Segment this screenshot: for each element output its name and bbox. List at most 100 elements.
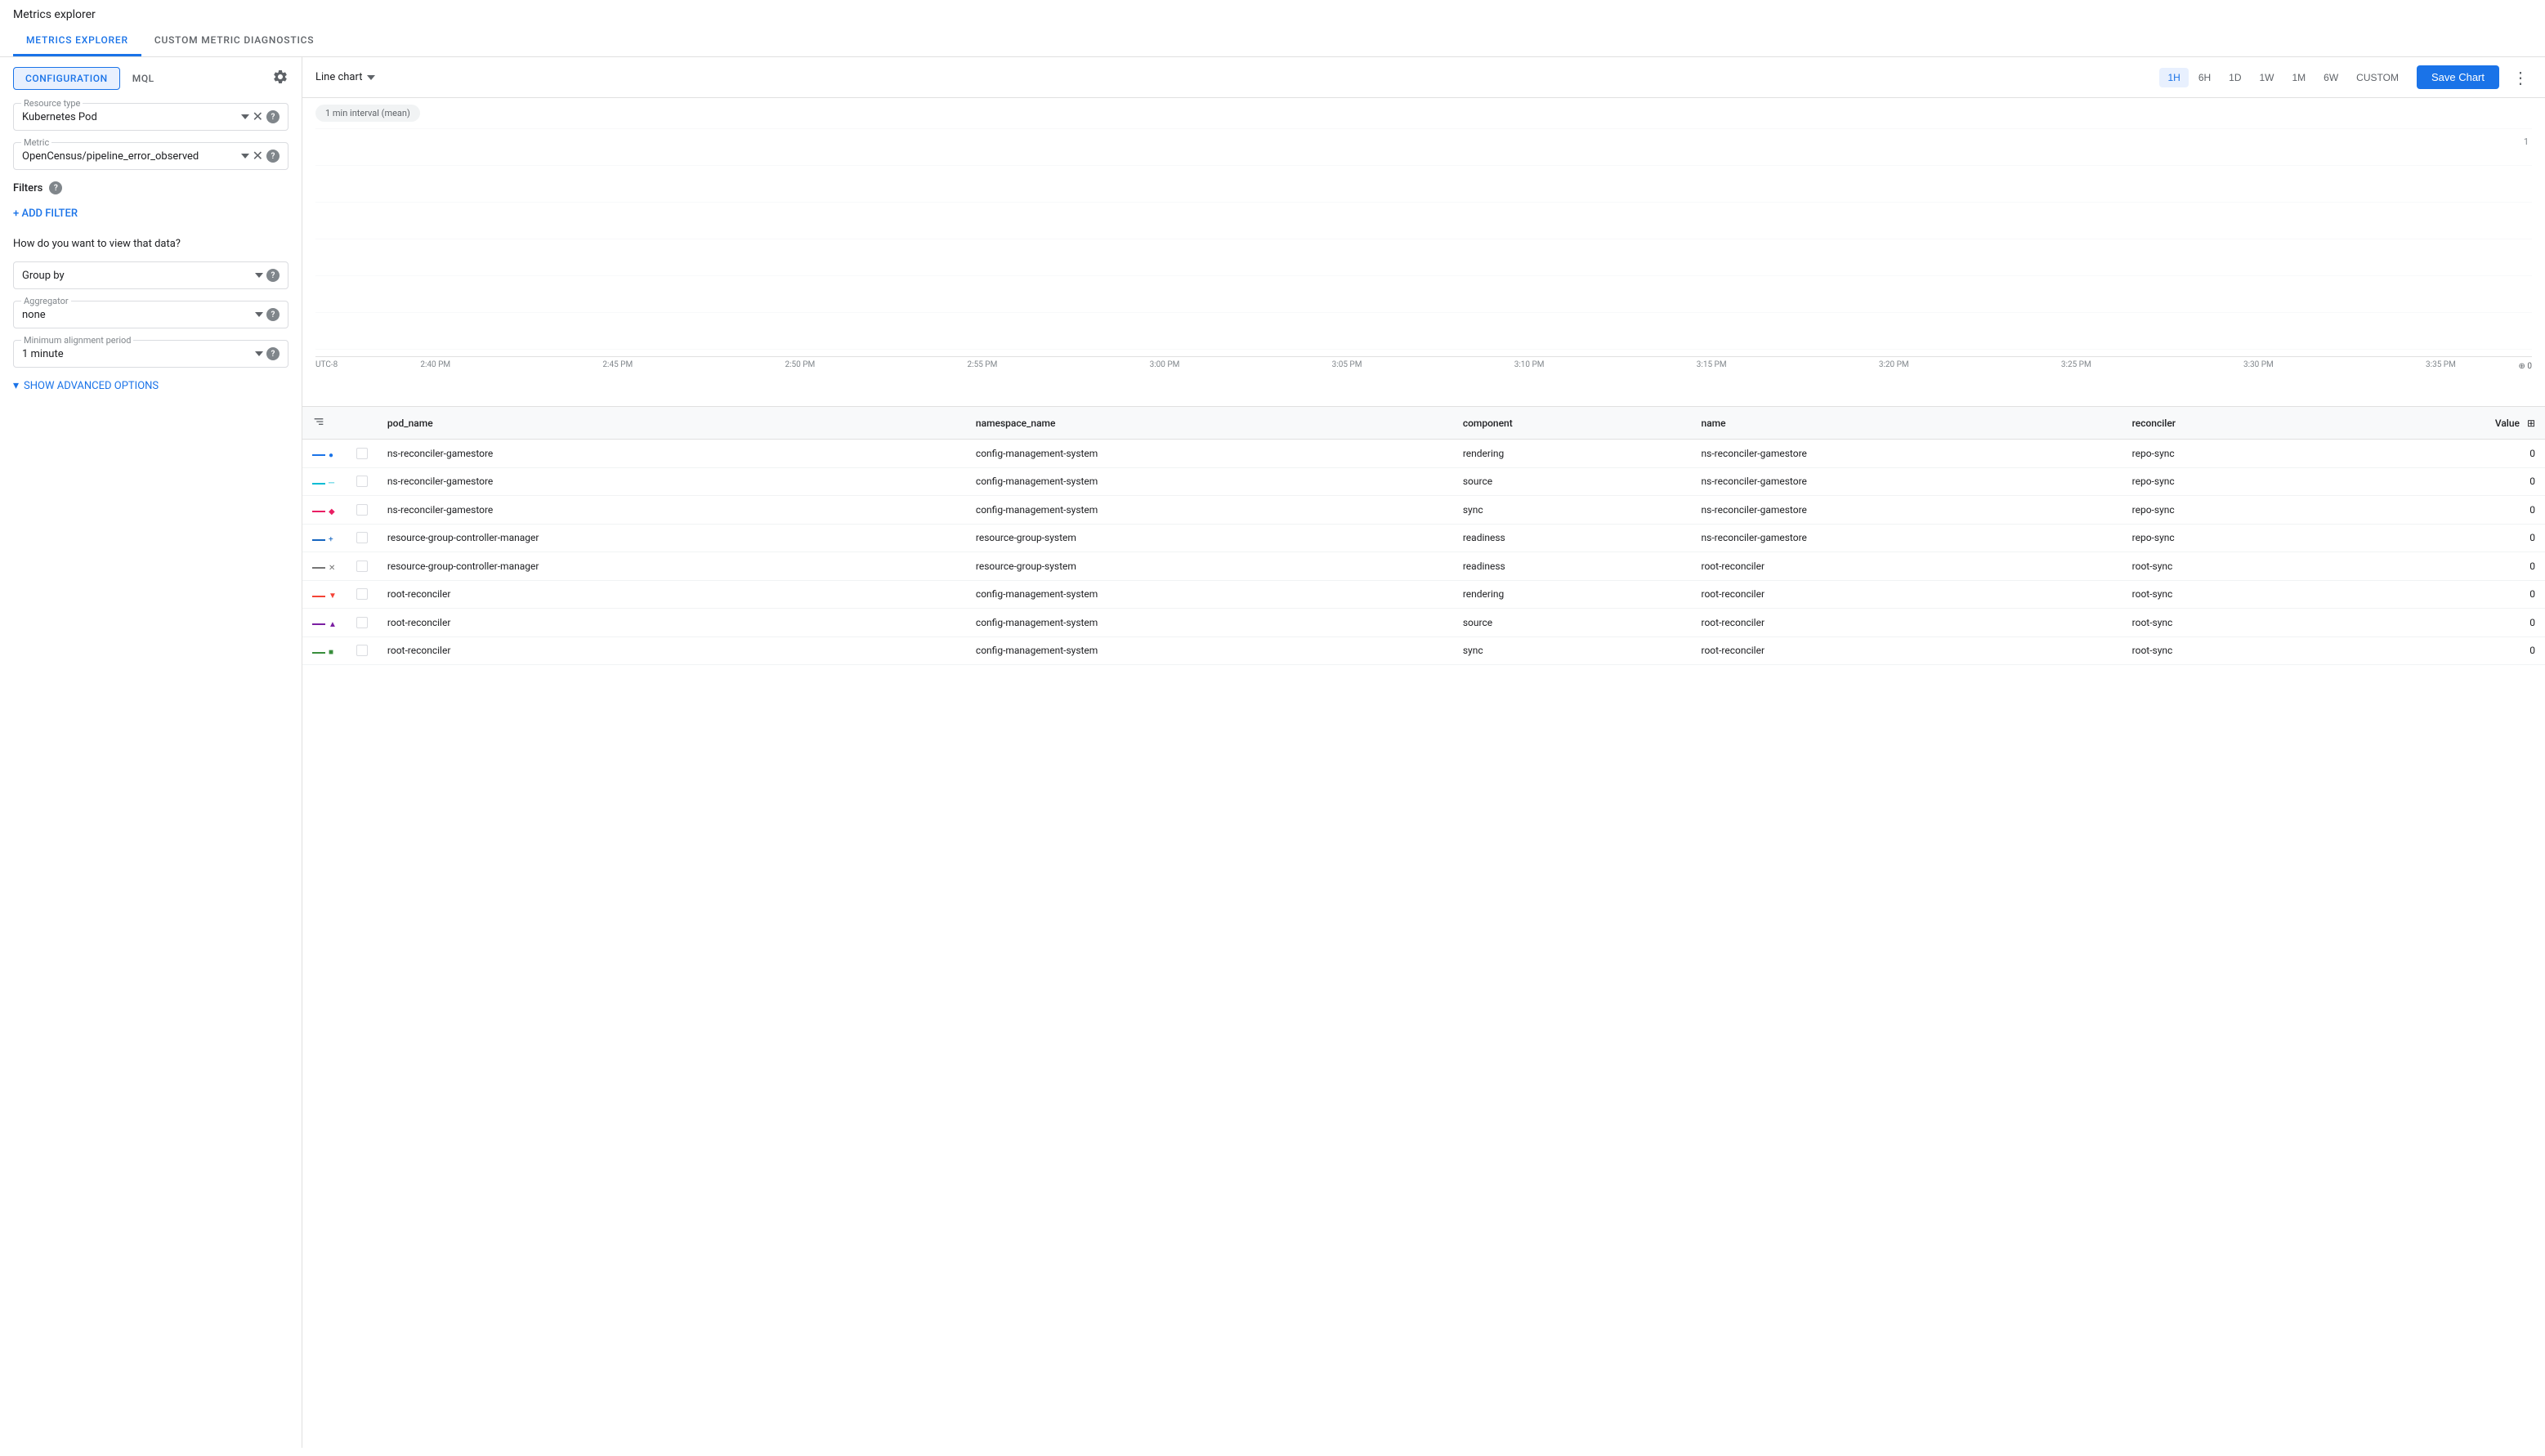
table-settings-icon[interactable]: ⊞ [2527,418,2535,429]
table-row: ▲ root-reconciler config-management-syst… [302,609,2545,637]
metric-help-icon[interactable]: ? [266,150,280,163]
row-legend-line: ■ [302,636,347,665]
row-component: sync [1453,496,1692,525]
x-label-11: 3:35 PM [2350,360,2532,369]
row-checkbox[interactable] [356,561,368,572]
row-name: root-reconciler [1692,552,2122,581]
time-btn-1d[interactable]: 1D [2221,68,2249,87]
more-options-icon[interactable]: ⋮ [2509,68,2532,87]
row-component: source [1453,609,1692,637]
row-namespace-name: resource-group-system [966,524,1453,552]
min-alignment-field: Minimum alignment period 1 minute ? [13,340,288,368]
metric-label: Metric [21,137,51,148]
row-component: rendering [1453,440,1692,468]
row-checkbox-cell [347,496,378,525]
row-pod-name: ns-reconciler-gamestore [378,467,966,496]
th-name: name [1692,407,2122,440]
row-pod-name: root-reconciler [378,636,966,665]
metric-clear-icon[interactable]: ✕ [253,150,263,163]
data-table: pod_name namespace_name component name r… [302,407,2545,665]
add-filter-button[interactable]: + ADD FILTER [13,204,288,223]
chart-type-label: Line chart [315,71,362,83]
row-pod-name: resource-group-controller-manager [378,524,966,552]
aggregator-help-icon[interactable]: ? [266,308,280,321]
aggregator-label: Aggregator [21,296,71,306]
row-legend-line: ▼ [302,580,347,609]
row-checkbox-cell [347,467,378,496]
tab-metrics-explorer[interactable]: METRICS EXPLORER [13,26,141,56]
tab-configuration[interactable]: CONFIGURATION [13,67,120,90]
row-legend-line: + [302,524,347,552]
row-value: 0 [2340,467,2545,496]
time-btn-6h[interactable]: 6H [2190,68,2219,87]
metric-input[interactable]: OpenCensus/pipeline_error_observed ✕ ? [13,142,288,170]
time-btn-1w[interactable]: 1W [2252,68,2283,87]
gear-icon[interactable] [272,69,288,88]
x-label-10: 3:30 PM [2167,360,2350,369]
min-alignment-dropdown-arrow[interactable] [255,351,263,356]
chart-canvas: 1 UTC-8 2:40 PM 2:45 PM 2:50 PM 2:55 PM … [302,128,2545,406]
chart-meta: 1 min interval (mean) [302,98,2545,128]
row-component: sync [1453,636,1692,665]
metric-dropdown-arrow[interactable] [241,154,249,159]
row-legend-line: ▲ [302,609,347,637]
x-label-8: 3:20 PM [1803,360,1985,369]
chart-grid [315,128,2532,357]
save-chart-button[interactable]: Save Chart [2417,65,2499,89]
resource-type-clear-icon[interactable]: ✕ [253,110,263,123]
main-layout: CONFIGURATION MQL Resource type Kubernet… [0,57,2545,1448]
row-value: 0 [2340,440,2545,468]
row-name: ns-reconciler-gamestore [1692,467,2122,496]
row-legend-line: ◆ [302,496,347,525]
show-advanced-button[interactable]: ▾ SHOW ADVANCED OPTIONS [13,379,288,392]
row-namespace-name: config-management-system [966,496,1453,525]
group-by-help-icon[interactable]: ? [266,269,280,282]
interval-badge: 1 min interval (mean) [315,105,420,122]
row-checkbox[interactable] [356,532,368,543]
group-by-input[interactable]: Group by ? [13,261,288,289]
group-by-dropdown-arrow[interactable] [255,273,263,278]
row-checkbox[interactable] [356,448,368,459]
resource-type-help-icon[interactable]: ? [266,110,280,123]
panel-tabs: CONFIGURATION MQL [13,67,288,90]
table-header-row: pod_name namespace_name component name r… [302,407,2545,440]
x-label-6: 3:10 PM [1438,360,1621,369]
tab-mql[interactable]: MQL [120,67,167,90]
row-checkbox[interactable] [356,645,368,656]
x-label-1: 2:45 PM [526,360,709,369]
resource-type-dropdown-arrow[interactable] [241,114,249,119]
min-alignment-help-icon[interactable]: ? [266,347,280,360]
time-btn-6w[interactable]: 6W [2315,68,2346,87]
left-panel: CONFIGURATION MQL Resource type Kubernet… [0,57,302,1448]
aggregator-value: none [22,309,255,321]
time-btn-1h[interactable]: 1H [2159,68,2188,87]
time-buttons: 1H 6H 1D 1W 1M 6W CUSTOM [2159,68,2406,87]
th-value-label: Value [2495,418,2520,429]
row-name: root-reconciler [1692,636,2122,665]
time-btn-1m[interactable]: 1M [2284,68,2315,87]
time-btn-custom[interactable]: CUSTOM [2348,68,2407,87]
table-row: ✕ resource-group-controller-manager reso… [302,552,2545,581]
aggregator-dropdown-arrow[interactable] [255,312,263,317]
th-pod-name: pod_name [378,407,966,440]
chart-type-dropdown-arrow[interactable] [367,75,375,80]
row-checkbox[interactable] [356,617,368,628]
row-value: 0 [2340,609,2545,637]
chart-toolbar: Line chart 1H 6H 1D 1W 1M 6W CUSTOM Save… [302,57,2545,98]
row-checkbox[interactable] [356,588,368,600]
row-name: ns-reconciler-gamestore [1692,440,2122,468]
metric-value: OpenCensus/pipeline_error_observed [22,150,241,163]
x-label-5: 3:05 PM [1256,360,1438,369]
row-checkbox[interactable] [356,476,368,487]
row-checkbox-cell [347,580,378,609]
table-row: + resource-group-controller-manager reso… [302,524,2545,552]
row-checkbox[interactable] [356,504,368,516]
tab-custom-metric-diagnostics[interactable]: CUSTOM METRIC DIAGNOSTICS [141,26,328,56]
metric-field: Metric OpenCensus/pipeline_error_observe… [13,142,288,170]
th-indicator [302,407,347,440]
zoom-icon[interactable]: ⊕ 0 [2519,362,2532,371]
chart-type-selector[interactable]: Line chart [315,71,375,83]
row-pod-name: ns-reconciler-gamestore [378,440,966,468]
filters-help-icon[interactable]: ? [49,181,62,194]
group-by-field: Group by ? [13,261,288,289]
